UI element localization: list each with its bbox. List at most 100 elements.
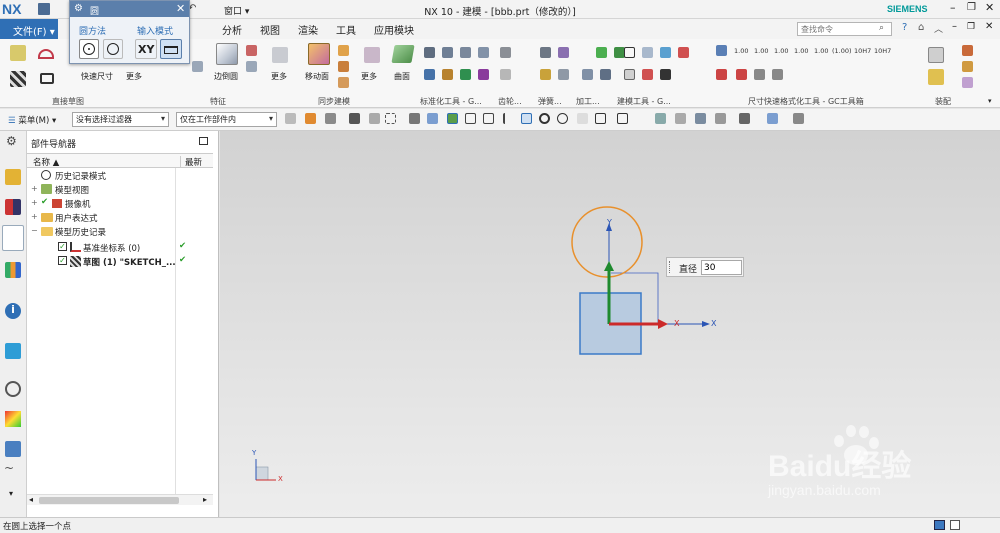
snap-tool-icon[interactable] bbox=[409, 113, 420, 124]
dim-value[interactable]: 1.00 bbox=[774, 47, 788, 55]
dialog-close-icon[interactable]: ✕ bbox=[176, 2, 185, 15]
process-studio-icon[interactable] bbox=[5, 441, 21, 457]
menu-render[interactable]: 渲染 bbox=[298, 22, 318, 37]
doc-close-icon[interactable]: ✕ bbox=[985, 21, 993, 32]
std-tool-icon[interactable] bbox=[478, 47, 489, 58]
dim-tool-icon[interactable] bbox=[716, 69, 727, 80]
menu-view[interactable]: 视图 bbox=[260, 22, 280, 37]
view-tool-icon[interactable] bbox=[695, 113, 706, 124]
dim-tool-icon[interactable] bbox=[736, 69, 747, 80]
snap-tool-icon[interactable] bbox=[595, 113, 606, 124]
command-search-input[interactable] bbox=[797, 22, 892, 36]
modeling-tool-icon[interactable] bbox=[642, 47, 653, 58]
move-face-label[interactable]: 移动面 bbox=[305, 71, 329, 82]
snap-tool-icon[interactable] bbox=[369, 113, 380, 124]
std-tool-icon[interactable] bbox=[478, 69, 489, 80]
drag-grip-icon[interactable] bbox=[669, 261, 672, 273]
edge-blend-label[interactable]: 边倒圆 bbox=[214, 71, 238, 82]
search-icon[interactable]: ⌕ bbox=[879, 23, 884, 33]
circle-dialog-header[interactable]: ⚙ 圆 ✕ bbox=[70, 1, 189, 17]
assembly-small-icon[interactable] bbox=[962, 77, 973, 88]
more2-label[interactable]: 更多 bbox=[271, 71, 287, 82]
restore-icon[interactable]: ❐ bbox=[967, 2, 976, 13]
snap-tool-icon[interactable] bbox=[447, 113, 458, 124]
view-tool-icon[interactable] bbox=[767, 113, 778, 124]
sketch-icon[interactable] bbox=[10, 45, 26, 61]
menu-application[interactable]: 应用模块 bbox=[374, 22, 414, 37]
menu-button[interactable]: ☰ 菜单(M) ▾ bbox=[8, 114, 56, 126]
view-tool-icon[interactable] bbox=[655, 113, 666, 124]
block-icon[interactable] bbox=[216, 43, 238, 65]
scrollbar-thumb[interactable] bbox=[39, 497, 179, 504]
sync-icon-2[interactable] bbox=[338, 61, 349, 72]
minimize-icon[interactable]: – bbox=[950, 1, 956, 14]
feature-small-icon-2[interactable] bbox=[246, 61, 257, 72]
doc-restore-icon[interactable]: ❐ bbox=[967, 22, 975, 32]
view-tool-icon[interactable] bbox=[675, 113, 686, 124]
std-tool-icon[interactable] bbox=[424, 69, 435, 80]
sync-icon-3[interactable] bbox=[338, 77, 349, 88]
xy-coordinate-button[interactable]: XY bbox=[135, 39, 157, 59]
dim-value[interactable]: 10H7 bbox=[854, 47, 871, 55]
feature-small-icon-1[interactable] bbox=[246, 45, 257, 56]
scroll-down-icon[interactable]: ▾ bbox=[9, 489, 13, 498]
menu-tools[interactable]: 工具 bbox=[336, 22, 356, 37]
dim-value[interactable]: 10H7 bbox=[874, 47, 891, 55]
file-menu-button[interactable]: 文件(F) ▾ bbox=[0, 19, 58, 39]
view-tool-icon[interactable] bbox=[793, 113, 804, 124]
quick-dimension-label[interactable]: 快速尺寸 bbox=[81, 71, 113, 82]
snap-tool-icon[interactable] bbox=[385, 113, 396, 124]
selection-filter-dropdown[interactable]: 没有选择过滤器 bbox=[72, 112, 169, 127]
spring-tool-icon[interactable] bbox=[540, 69, 551, 80]
dim-tool-icon[interactable] bbox=[772, 69, 783, 80]
snap-tool-icon[interactable] bbox=[465, 113, 476, 124]
expand-icon[interactable]: + bbox=[31, 198, 38, 207]
gear-tool-icon[interactable] bbox=[500, 47, 511, 58]
surface-label[interactable]: 曲面 bbox=[394, 71, 410, 82]
arc-profile-icon[interactable] bbox=[38, 49, 54, 59]
tree-item-model-history[interactable]: − 模型历史记录 bbox=[27, 225, 219, 239]
scroll-left-icon[interactable]: ◂ bbox=[29, 495, 33, 504]
system-materials-icon[interactable] bbox=[5, 411, 21, 427]
center-radius-button[interactable] bbox=[79, 39, 99, 59]
more-features-icon[interactable] bbox=[272, 47, 288, 63]
tree-item-datum-csys[interactable]: ✓ 基准坐标系 (0) ✔ bbox=[27, 241, 219, 255]
scroll-right-icon[interactable]: ▸ bbox=[203, 495, 207, 504]
snap-tool-icon[interactable] bbox=[427, 113, 438, 124]
tree-item-sketch[interactable]: ✓ 草图 (1) "SKETCH_... ✔ bbox=[27, 255, 219, 269]
modeling-tool-icon[interactable] bbox=[624, 47, 635, 58]
settings-gear-icon[interactable]: ⚙ bbox=[6, 134, 17, 148]
snap-tool-icon[interactable] bbox=[503, 113, 514, 124]
dim-value[interactable]: 1.00 bbox=[754, 47, 768, 55]
assembly-small-icon[interactable] bbox=[962, 61, 973, 72]
dim-value[interactable]: 1.00 bbox=[734, 47, 748, 55]
tree-item-history-mode[interactable]: 历史记录模式 bbox=[27, 169, 219, 183]
modeling-tool-icon[interactable] bbox=[660, 69, 671, 80]
more-label[interactable]: 更多 bbox=[126, 71, 142, 82]
std-tool-icon[interactable] bbox=[460, 47, 471, 58]
reuse-library-icon[interactable] bbox=[5, 262, 21, 278]
tree-item-model-views[interactable]: + 模型视图 bbox=[27, 183, 219, 197]
snap-tool-icon[interactable] bbox=[521, 113, 532, 124]
machining-tool-icon[interactable] bbox=[600, 69, 611, 80]
column-latest-header[interactable]: 最新 bbox=[180, 156, 202, 168]
navigator-maximize-icon[interactable] bbox=[199, 137, 208, 145]
dim-value[interactable]: (1.00) bbox=[832, 47, 852, 55]
modeling-tool-icon[interactable] bbox=[624, 69, 635, 80]
assembly-navigator-icon[interactable] bbox=[5, 169, 21, 185]
snap-tool-icon[interactable] bbox=[305, 113, 316, 124]
snap-tool-icon[interactable] bbox=[557, 113, 568, 124]
gear-icon[interactable]: ⚙ bbox=[74, 3, 83, 14]
collapse-icon[interactable]: − bbox=[31, 226, 38, 235]
horizontal-scrollbar[interactable]: ◂ ▸ bbox=[27, 494, 213, 505]
dim-tool-icon[interactable] bbox=[754, 69, 765, 80]
spring-tool-icon[interactable] bbox=[540, 47, 551, 58]
collapse-ribbon-icon[interactable]: ︿ bbox=[934, 22, 943, 35]
std-tool-icon[interactable] bbox=[442, 47, 453, 58]
view-tool-icon[interactable] bbox=[739, 113, 750, 124]
roles-icon[interactable]: ~ bbox=[4, 461, 14, 475]
parameter-mode-button[interactable] bbox=[160, 39, 182, 59]
graphics-window[interactable]: Y X X Y X 直径 Baidu经验 jingyan.baidu.com bbox=[220, 131, 1000, 517]
selection-scope-dropdown[interactable]: 仅在工作部件内 bbox=[176, 112, 277, 127]
expand-icon[interactable]: + bbox=[31, 184, 38, 193]
